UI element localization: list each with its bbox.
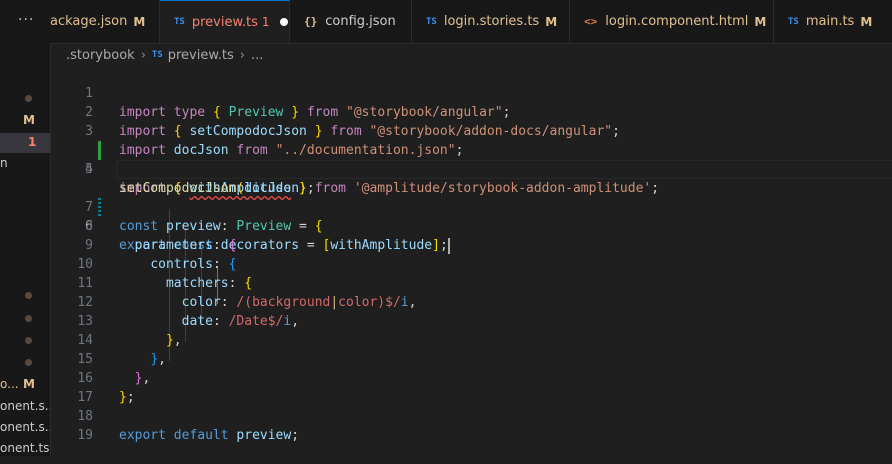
error-count-badge: 1 [261,15,270,29]
code-line: 16 }; [50,350,892,405]
breadcrumb: .storybook › TS preview.ts › ... [66,46,263,64]
modified-badge: M [23,377,35,391]
code-line: 7 const preview: Preview = { [50,179,892,234]
more-actions-icon[interactable]: ··· [18,12,34,28]
tab-main-ts[interactable]: TS main.ts M [774,0,892,43]
code-line: 8 parameters: { [50,198,892,253]
code-editor[interactable]: 1 import type { Preview } from "@storybo… [50,64,892,456]
tab-package-json[interactable]: ackage.json M [50,0,160,43]
explorer-item-partial[interactable]: n [0,156,8,170]
code-line: 12 date: /Date$/i, [50,274,892,329]
code-line: 2 import { setCompodocJson } from "@stor… [50,84,892,139]
code-line: 1 import type { Preview } from "@storybo… [50,65,892,120]
tab-login-component-html[interactable]: <> login.component.html M [570,0,774,43]
code-line: 15 }, [50,331,892,386]
code-line: 10 matchers: { [50,236,892,291]
error-count-badge: 1 [28,135,37,149]
explorer-item[interactable]: o... [0,377,19,391]
code-line: 18 export default preview; [50,388,892,443]
explorer-item[interactable]: onent.s... [0,399,50,413]
chevron-right-icon: › [140,47,146,63]
code-line: 4 import { withAmplitude } from '@amplit… [50,122,892,196]
tab-login-stories-ts[interactable]: TS login.stories.ts M [412,0,570,43]
line-number: 19 [77,428,93,443]
modified-dot-icon [25,359,32,366]
typescript-icon: TS [788,16,799,27]
breadcrumb-symbol[interactable]: ... [251,48,263,63]
tab-config-json[interactable]: {} config.json [290,0,412,43]
explorer-sidebar: ··· M 1 n o... M onent.s... onent.s... o… [0,0,51,456]
modified-badge: M [23,113,35,127]
code-line: 17 [50,369,892,405]
tab-label: config.json [325,14,396,29]
typescript-icon: TS [174,17,185,27]
modified-dot-icon [25,95,32,102]
breadcrumb-folder[interactable]: .storybook [66,48,135,63]
explorer-item[interactable]: onent.s... [0,420,50,434]
tab-label: login.component.html [605,14,749,29]
unsaved-dot-icon[interactable] [279,18,288,26]
modified-badge: M [133,14,146,29]
tab-preview-ts[interactable]: TS preview.ts 1 [160,0,290,43]
breadcrumb-file[interactable]: preview.ts [168,48,234,63]
current-line-highlight [116,160,892,179]
modified-badge: M [860,14,873,29]
code-line: 3 import docJson from "../documentation.… [50,103,892,158]
typescript-icon: TS [151,50,163,60]
modified-dot-icon [25,337,32,344]
code-line-current: 6 export const decorators = [withAmplitu… [50,160,892,254]
tab-label: login.stories.ts [443,14,540,29]
typescript-icon: TS [426,16,437,27]
code-line: 14 }, [50,312,892,367]
explorer-item[interactable]: onent.ts [0,441,49,455]
modified-dot-icon [25,315,32,322]
selected-row-highlight [0,133,50,153]
modified-dot-icon [25,292,32,299]
code-line: 5 setCompodocJson(docJson); [50,141,892,196]
modified-badge: M [545,14,558,29]
tab-label: main.ts [805,14,855,29]
code-line: 13 }, [50,293,892,348]
code-line: 19 [50,407,892,443]
modified-badge: M [754,14,767,29]
code-line: 9 controls: { [50,217,892,272]
code-line: 11 color: /(background|color)$/i, [50,255,892,310]
tab-label: preview.ts [191,14,258,30]
chevron-right-icon: › [239,47,245,63]
json-icon: {} [304,15,318,28]
html-icon: <> [584,15,598,28]
editor-tab-bar: ackage.json M TS preview.ts 1 {} config.… [50,0,892,44]
tab-label: ackage.json [50,14,128,29]
code-text: export default preview; [119,428,300,443]
